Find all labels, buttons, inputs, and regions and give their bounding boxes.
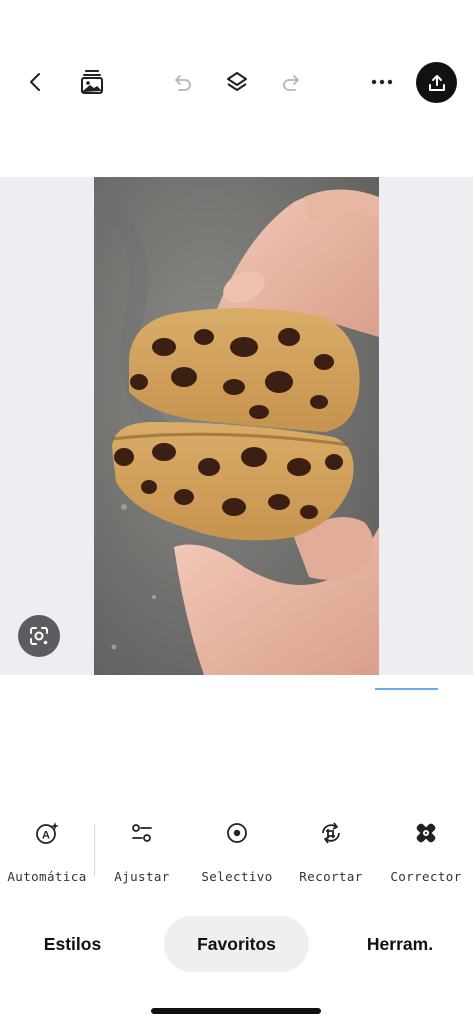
back-button[interactable]	[18, 64, 54, 100]
tab-herramientas[interactable]: Herram.	[348, 916, 452, 972]
tab-estilos[interactable]: Estilos	[20, 916, 125, 972]
lens-button[interactable]	[18, 615, 60, 657]
tool-label: Corrector	[390, 869, 462, 884]
tool-automatica[interactable]: A Automática	[0, 815, 94, 884]
home-indicator	[151, 1008, 321, 1014]
redo-button[interactable]	[274, 64, 310, 100]
undo-icon	[175, 75, 191, 91]
progress-indicator-line	[375, 688, 438, 690]
tool-corrector[interactable]: Corrector	[379, 815, 473, 884]
lens-icon	[30, 627, 48, 645]
more-icon	[371, 79, 393, 85]
share-icon	[428, 74, 445, 91]
target-icon	[225, 815, 249, 851]
tool-label: Ajustar	[114, 869, 170, 884]
share-button[interactable]	[416, 62, 457, 103]
more-options-button[interactable]	[364, 64, 400, 100]
chevron-left-icon	[30, 73, 40, 91]
tool-recortar[interactable]: Recortar	[284, 815, 378, 884]
cookie-photo	[94, 177, 379, 675]
tool-label: Recortar	[299, 869, 363, 884]
bottom-tabs: Estilos Favoritos Herram.	[0, 916, 473, 972]
layers-button[interactable]	[219, 64, 255, 100]
gallery-button[interactable]	[74, 64, 110, 100]
gallery-icon	[81, 70, 103, 94]
layers-icon	[227, 72, 247, 91]
tools-row: A Automática Ajustar Selectivo Recortar …	[0, 815, 473, 895]
svg-text:A: A	[42, 830, 50, 842]
tool-label: Automática	[7, 869, 87, 884]
bandage-icon	[414, 815, 438, 851]
sliders-icon	[130, 815, 154, 851]
photo-preview[interactable]	[94, 177, 379, 675]
redo-icon	[283, 75, 299, 91]
image-canvas[interactable]	[0, 177, 473, 675]
tool-selectivo[interactable]: Selectivo	[190, 815, 284, 884]
tool-label: Selectivo	[201, 869, 273, 884]
auto-enhance-icon: A	[34, 815, 60, 851]
undo-button[interactable]	[164, 64, 200, 100]
tab-favoritos[interactable]: Favoritos	[164, 916, 309, 972]
tool-ajustar[interactable]: Ajustar	[95, 815, 189, 884]
crop-rotate-icon	[318, 815, 344, 851]
